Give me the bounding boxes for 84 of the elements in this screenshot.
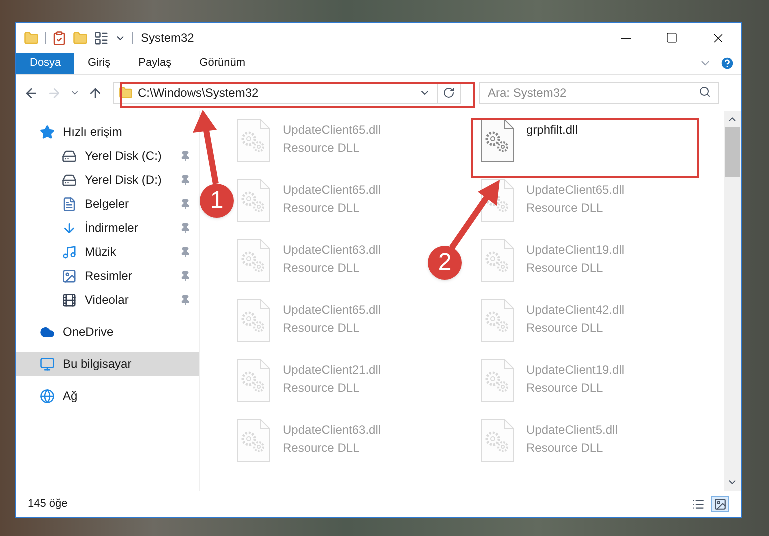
file-name: grphfilt.dll xyxy=(526,122,578,139)
ribbon-tab[interactable]: Görünüm xyxy=(186,53,260,74)
refresh-icon[interactable] xyxy=(443,87,455,99)
sidebar-item[interactable]: Yerel Disk (C:) xyxy=(16,144,199,168)
file-name: UpdateClient63.dll xyxy=(283,242,382,259)
sidebar-item[interactable]: Müzik xyxy=(16,240,199,264)
file-name: UpdateClient5.dll xyxy=(526,422,618,439)
arrow xyxy=(450,180,500,250)
maximize-icon xyxy=(666,32,678,44)
file-name: UpdateClient65.dll xyxy=(526,182,625,199)
scrollbar[interactable] xyxy=(724,111,741,491)
pin-icon[interactable] xyxy=(180,198,191,210)
dll-file-icon xyxy=(480,299,514,343)
sidebar-item[interactable]: OneDrive xyxy=(16,320,199,344)
file-type: Resource DLL xyxy=(526,380,604,397)
properties-icon[interactable] xyxy=(94,30,109,46)
dll-file-icon xyxy=(237,359,271,403)
dll-file-icon xyxy=(237,419,271,463)
pin-icon[interactable] xyxy=(180,294,191,306)
dll-file-icon xyxy=(237,299,271,343)
file-type: Resource DLL xyxy=(283,440,361,457)
dll-file-icon xyxy=(237,119,271,163)
file-type: Resource DLL xyxy=(283,380,361,397)
file-type: Resource DLL xyxy=(526,260,604,277)
sidebar-item[interactable]: Videolar xyxy=(16,288,199,312)
picture-icon xyxy=(62,268,77,284)
checklist-icon[interactable] xyxy=(52,30,67,46)
file-name: UpdateClient65.dll xyxy=(283,182,382,199)
item-count: 145 öğe xyxy=(28,496,68,512)
document-icon xyxy=(62,196,77,212)
download-icon xyxy=(62,220,77,236)
drive-icon xyxy=(62,172,77,188)
sidebar-item[interactable]: Ağ xyxy=(16,384,199,408)
file-item[interactable]: grphfilt.dll xyxy=(480,119,578,163)
network-icon xyxy=(40,388,55,404)
back-icon[interactable] xyxy=(24,86,39,100)
file-name: UpdateClient19.dll xyxy=(526,242,625,259)
search-icon[interactable] xyxy=(699,86,711,98)
drive-icon xyxy=(62,148,77,164)
cloud-icon xyxy=(40,324,55,340)
ribbon-tab[interactable]: Dosya xyxy=(16,53,74,74)
file-type: Resource DLL xyxy=(283,260,361,277)
file-type: Resource DLL xyxy=(283,200,361,217)
help-icon[interactable] xyxy=(720,56,735,71)
pin-icon[interactable] xyxy=(180,246,191,258)
file-name: UpdateClient63.dll xyxy=(283,422,382,439)
file-name: UpdateClient19.dll xyxy=(526,362,625,379)
dll-file-icon xyxy=(480,419,514,463)
file-type: Resource DLL xyxy=(526,320,604,337)
file-type: Resource DLL xyxy=(526,200,604,217)
pin-icon[interactable] xyxy=(180,222,191,234)
sidebar-item[interactable]: Resimler xyxy=(16,264,199,288)
sidebar-item[interactable]: Hızlı erişim xyxy=(16,120,199,144)
up-icon[interactable] xyxy=(88,86,103,100)
file-name: UpdateClient65.dll xyxy=(283,302,382,319)
ribbon-tab[interactable]: Giriş xyxy=(74,53,125,74)
music-icon xyxy=(62,244,77,260)
file-name: UpdateClient65.dll xyxy=(283,122,382,139)
scrollbar-thumb[interactable] xyxy=(725,127,740,177)
large-icons-view-icon[interactable] xyxy=(711,496,729,512)
file-type: Resource DLL xyxy=(283,320,361,337)
search-field[interactable]: Ara: System32 xyxy=(479,82,719,104)
file-type: Resource DLL xyxy=(526,440,604,457)
dll-file-icon xyxy=(480,359,514,403)
file-name: UpdateClient21.dll xyxy=(283,362,382,379)
film-icon xyxy=(62,292,77,308)
star-icon xyxy=(40,124,55,140)
window-title: System32 xyxy=(141,30,194,47)
dll-file-icon xyxy=(480,239,514,283)
file-type: Resource DLL xyxy=(283,140,361,157)
sidebar-item[interactable]: Bu bilgisayar xyxy=(16,352,199,376)
sidebar-item[interactable]: İndirmeler xyxy=(16,216,199,240)
file-name: UpdateClient42.dll xyxy=(526,302,625,319)
computer-icon xyxy=(40,356,55,372)
sidebar-item[interactable]: Belgeler xyxy=(16,192,199,216)
dll-file-icon xyxy=(237,239,271,283)
ribbon-tab[interactable]: Paylaş xyxy=(124,53,186,74)
address-path: C:\Windows\System32 xyxy=(138,85,259,102)
dll-file-icon xyxy=(237,179,271,223)
pin-icon[interactable] xyxy=(180,150,191,162)
sidebar-item[interactable]: Yerel Disk (D:) xyxy=(16,168,199,192)
dll-file-icon xyxy=(480,119,514,163)
pin-icon[interactable] xyxy=(180,174,191,186)
pin-icon[interactable] xyxy=(180,270,191,282)
